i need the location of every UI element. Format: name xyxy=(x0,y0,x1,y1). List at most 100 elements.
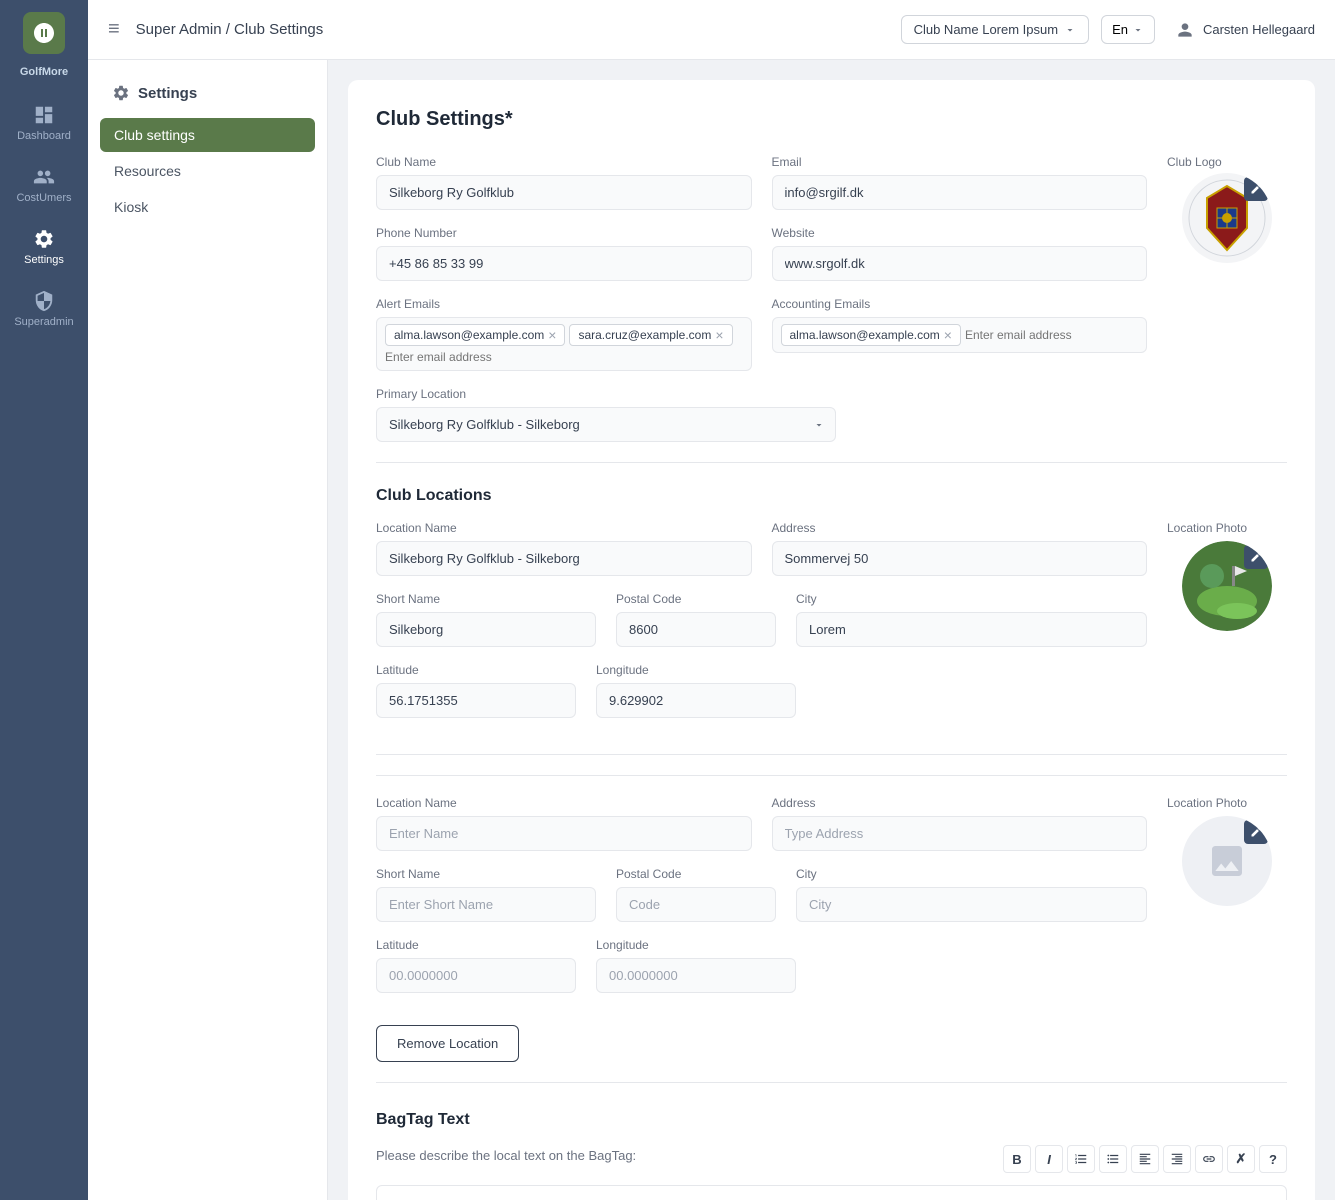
sidebar-item-settings[interactable]: Settings xyxy=(6,218,82,276)
loc2-photo-edit-button[interactable] xyxy=(1244,820,1268,844)
loc2-city-label: City xyxy=(796,867,1147,881)
loc2-address-input[interactable] xyxy=(772,816,1148,851)
loc1-short-name-label: Short Name xyxy=(376,592,596,606)
phone-input[interactable] xyxy=(376,246,752,281)
loc1-photo-label: Location Photo xyxy=(1167,521,1247,535)
toolbar-bold[interactable]: B xyxy=(1003,1145,1031,1173)
loc2-address-label: Address xyxy=(772,796,1148,810)
loc1-lng-input[interactable] xyxy=(596,683,796,718)
sidebar: GolfMore Dashboard CostUmers Settings Su… xyxy=(0,0,88,1200)
club-name-input[interactable] xyxy=(376,175,752,210)
loc2-name-input[interactable] xyxy=(376,816,752,851)
lang-label: En xyxy=(1112,22,1128,37)
app-name: GolfMore xyxy=(20,66,68,78)
location-block-1: Location Name Address Short xyxy=(376,521,1287,755)
loc1-lat-input[interactable] xyxy=(376,683,576,718)
left-nav-header: Settings xyxy=(100,76,315,110)
loc1-short-name-input[interactable] xyxy=(376,612,596,647)
email-input[interactable] xyxy=(772,175,1148,210)
loc1-city-input[interactable] xyxy=(796,612,1147,647)
loc2-short-name-label: Short Name xyxy=(376,867,596,881)
toolbar-link[interactable] xyxy=(1195,1145,1223,1173)
club-logo-edit-button[interactable] xyxy=(1244,177,1268,201)
left-nav-club-settings[interactable]: Club settings xyxy=(100,118,315,152)
left-nav-resources[interactable]: Resources xyxy=(100,154,315,188)
loc1-address-label: Address xyxy=(772,521,1148,535)
loc1-photo xyxy=(1182,541,1272,631)
alert-emails-label: Alert Emails xyxy=(376,297,752,311)
alert-email-tag-1-remove[interactable]: × xyxy=(548,328,556,342)
app-logo[interactable] xyxy=(23,12,65,54)
loc1-postal-input[interactable] xyxy=(616,612,776,647)
breadcrumb: Super Admin / Club Settings xyxy=(136,21,889,38)
email-label: Email xyxy=(772,155,1148,169)
remove-location-button[interactable]: Remove Location xyxy=(376,1025,519,1062)
left-nav-section-title: Settings xyxy=(138,85,197,102)
club-logo-label: Club Logo xyxy=(1167,155,1222,169)
sidebar-item-costumers-label: CostUmers xyxy=(16,192,71,204)
club-logo-image xyxy=(1182,173,1272,263)
loc1-city-label: City xyxy=(796,592,1147,606)
alert-email-tag-2: sara.cruz@example.com × xyxy=(569,324,732,346)
loc2-photo-section: Location Photo xyxy=(1167,796,1287,1009)
language-selector[interactable]: En xyxy=(1101,15,1155,44)
card-title: Club Settings* xyxy=(376,108,1287,131)
settings-card: Club Settings* Club Name Email xyxy=(348,80,1315,1200)
location-block-2: Location Name Address Short xyxy=(376,796,1287,1083)
accounting-email-text-input[interactable] xyxy=(965,328,1120,342)
loc2-name-label: Location Name xyxy=(376,796,752,810)
club-locations-title: Club Locations xyxy=(376,487,1287,505)
accounting-email-tag-1-remove[interactable]: × xyxy=(944,328,952,342)
alert-email-text-input[interactable] xyxy=(385,350,540,364)
primary-location-select[interactable]: Silkeborg Ry Golfklub - Silkeborg xyxy=(376,407,836,442)
bagtag-title: BagTag Text xyxy=(376,1111,1287,1129)
alert-email-tag-1: alma.lawson@example.com × xyxy=(385,324,565,346)
toolbar-clear[interactable]: ✗ xyxy=(1227,1145,1255,1173)
loc2-lat-label: Latitude xyxy=(376,938,576,952)
primary-location-label: Primary Location xyxy=(376,387,836,401)
accounting-emails-input[interactable]: alma.lawson@example.com × xyxy=(772,317,1148,353)
phone-label: Phone Number xyxy=(376,226,752,240)
loc1-photo-section: Location Photo xyxy=(1167,521,1287,734)
loc2-photo xyxy=(1182,816,1272,906)
accounting-emails-label: Accounting Emails xyxy=(772,297,1148,311)
loc1-name-label: Location Name xyxy=(376,521,752,535)
main-content: Club Settings* Club Name Email xyxy=(328,60,1335,1200)
toolbar-help[interactable]: ? xyxy=(1259,1145,1287,1173)
club-logo-section: Club Logo xyxy=(1167,155,1287,263)
loc2-lat-input[interactable] xyxy=(376,958,576,993)
alert-email-tag-2-remove[interactable]: × xyxy=(715,328,723,342)
menu-icon[interactable]: ≡ xyxy=(108,18,120,41)
bagtag-desc: Please describe the local text on the Ba… xyxy=(376,1148,636,1163)
loc2-city-input[interactable] xyxy=(796,887,1147,922)
loc2-short-name-input[interactable] xyxy=(376,887,596,922)
loc2-postal-input[interactable] xyxy=(616,887,776,922)
sidebar-item-dashboard[interactable]: Dashboard xyxy=(6,94,82,152)
toolbar-italic[interactable]: I xyxy=(1035,1145,1063,1173)
topbar: ≡ Super Admin / Club Settings Club Name … xyxy=(88,0,1335,60)
loc1-address-input[interactable] xyxy=(772,541,1148,576)
loc1-lat-label: Latitude xyxy=(376,663,576,677)
loc2-lng-label: Longitude xyxy=(596,938,796,952)
alert-emails-input[interactable]: alma.lawson@example.com × sara.cruz@exam… xyxy=(376,317,752,371)
loc1-photo-edit-button[interactable] xyxy=(1244,545,1268,569)
bagtag-section: BagTag Text Please describe the local te… xyxy=(376,1111,1287,1200)
website-input[interactable] xyxy=(772,246,1148,281)
club-name-label: Club Name xyxy=(376,155,752,169)
toolbar-align-right[interactable] xyxy=(1163,1145,1191,1173)
left-nav-kiosk[interactable]: Kiosk xyxy=(100,190,315,224)
loc2-lng-input[interactable] xyxy=(596,958,796,993)
loc2-postal-label: Postal Code xyxy=(616,867,776,881)
toolbar-ol[interactable] xyxy=(1067,1145,1095,1173)
sidebar-item-costumers[interactable]: CostUmers xyxy=(6,156,82,214)
loc2-photo-label: Location Photo xyxy=(1167,796,1247,810)
toolbar-align-left[interactable] xyxy=(1131,1145,1159,1173)
user-menu[interactable]: Carsten Hellegaard xyxy=(1175,20,1315,40)
loc1-name-input[interactable] xyxy=(376,541,752,576)
sidebar-item-superadmin[interactable]: Superadmin xyxy=(6,280,82,338)
club-selector[interactable]: Club Name Lorem Ipsum xyxy=(901,15,1090,44)
website-label: Website xyxy=(772,226,1148,240)
toolbar-ul[interactable] xyxy=(1099,1145,1127,1173)
sidebar-item-superadmin-label: Superadmin xyxy=(14,316,73,328)
bagtag-editor[interactable]: Amet minim mollit non deserunt ullamco e… xyxy=(376,1185,1287,1200)
